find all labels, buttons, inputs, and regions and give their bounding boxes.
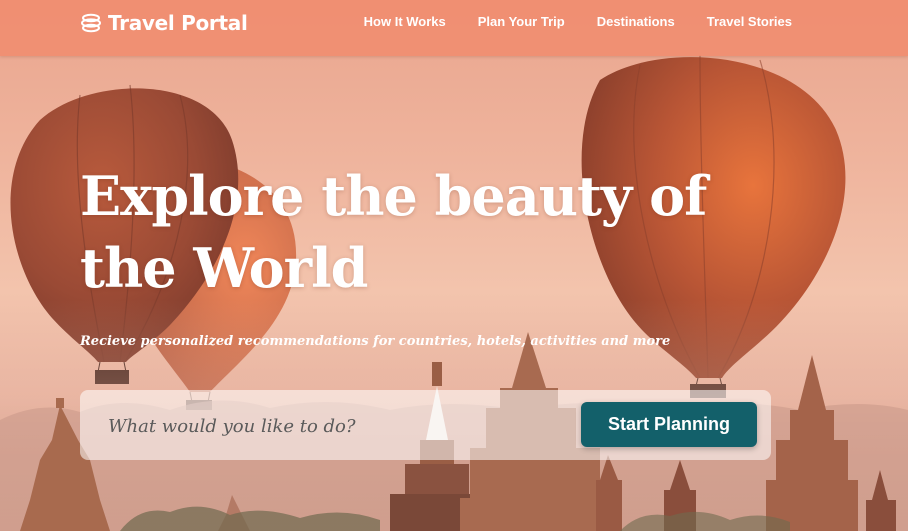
brand-name: Travel Portal: [108, 11, 248, 35]
nav-how-it-works[interactable]: How It Works: [364, 14, 446, 29]
search-panel: Start Planning: [80, 390, 771, 460]
start-planning-button[interactable]: Start Planning: [581, 402, 757, 447]
main-nav: How It Works Plan Your Trip Destinations…: [364, 14, 792, 29]
page: Travel Portal How It Works Plan Your Tri…: [0, 0, 908, 531]
brand-logo[interactable]: Travel Portal: [80, 9, 248, 37]
hero-subtitle: Recieve personalized recommendations for…: [80, 334, 671, 349]
globe-stack-icon: [81, 13, 101, 33]
search-input[interactable]: [106, 407, 560, 445]
top-navbar: Travel Portal How It Works Plan Your Tri…: [0, 0, 908, 56]
nav-plan-your-trip[interactable]: Plan Your Trip: [478, 14, 565, 29]
hero-title: Explore the beauty of the World: [80, 164, 707, 300]
nav-destinations[interactable]: Destinations: [597, 14, 675, 29]
nav-travel-stories[interactable]: Travel Stories: [707, 14, 792, 29]
